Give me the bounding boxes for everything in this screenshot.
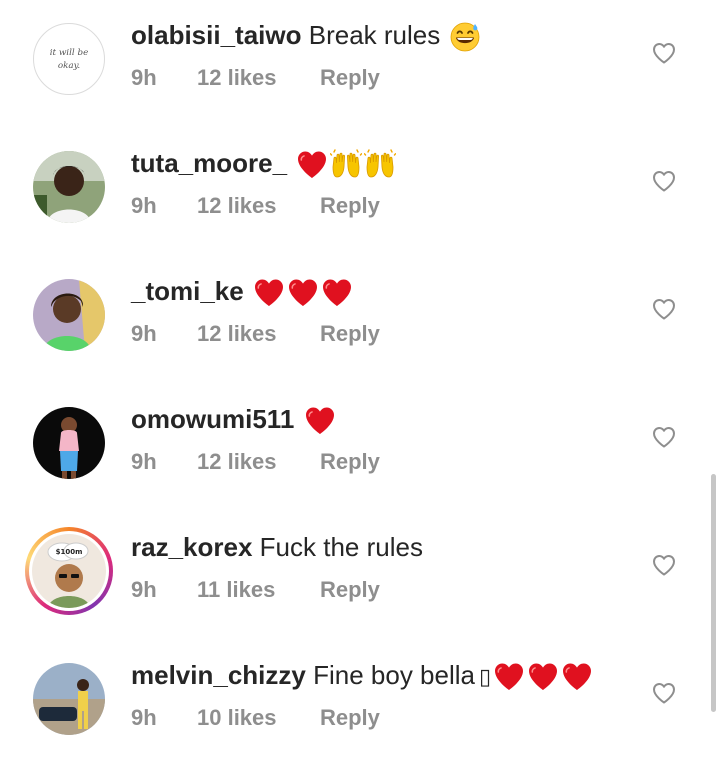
reply-button[interactable]: Reply [320,318,380,350]
comment-meta: 9h 12 likes Reply [131,318,380,350]
comment-time: 9h [131,193,157,218]
red-heart-emoji [561,661,593,693]
comment-item: it will be okay. olabisii_taiwo Break ru… [0,0,720,128]
comment-time: 9h [131,705,157,730]
comment-username[interactable]: raz_korex [131,532,252,562]
comment-likes[interactable]: 12 likes [197,446,320,478]
comment-meta: 9h 12 likes Reply [131,62,380,94]
comment-meta: 9h 10 likes Reply [131,702,380,734]
heart-icon[interactable] [652,298,676,320]
avatar-caption: $100m [56,548,83,556]
reply-button[interactable]: Reply [320,62,380,94]
comment-item: omowumi511 9h 12 likes Reply [0,384,720,512]
avatar[interactable] [33,151,105,223]
comment-username[interactable]: melvin_chizzy [131,660,306,690]
heart-icon[interactable] [652,554,676,576]
avatar-image: $100m [32,534,106,608]
comment-likes[interactable]: 10 likes [197,702,320,734]
comment-body: Break rules [308,20,441,50]
comments-list: it will be okay. olabisii_taiwo Break ru… [0,0,720,744]
comment-username[interactable]: tuta_moore_ [131,148,287,178]
comment-likes[interactable]: 12 likes [197,190,320,222]
comment-body: Fuck the rules [259,532,423,562]
red-heart-emoji [287,277,319,309]
comment-likes[interactable]: 12 likes [197,62,320,94]
comment-text-line: olabisii_taiwo Break rules [131,16,481,54]
comment-text-line: omowumi511 [131,400,336,438]
comment-meta: 9h 12 likes Reply [131,446,380,478]
comment-username[interactable]: olabisii_taiwo [131,20,302,50]
avatar-caption-line2: okay. [58,61,81,71]
reply-button[interactable]: Reply [320,574,380,606]
comment-time: 9h [131,449,157,474]
reply-button[interactable]: Reply [320,190,380,222]
avatar[interactable] [33,279,105,351]
red-heart-emoji [304,405,336,437]
red-heart-emoji [253,277,285,309]
avatar[interactable]: it will be okay. [33,23,105,95]
comment-item: _tomi_ke 9h 12 likes Reply [0,256,720,384]
heart-icon[interactable] [652,170,676,192]
avatar: $100m [29,531,109,611]
red-heart-emoji [527,661,559,693]
heart-icon[interactable] [652,682,676,704]
comment-text-line: tuta_moore_ [131,144,396,182]
avatar[interactable] [33,663,105,735]
comment-text-line: _tomi_ke [131,272,353,310]
avatar[interactable] [33,407,105,479]
comment-time: 9h [131,577,157,602]
reply-button[interactable]: Reply [320,446,380,478]
comment-item: tuta_moore_ 9h 12 likes Reply [0,128,720,256]
comment-likes[interactable]: 11 likes [197,574,320,606]
avatar-story-ring[interactable]: $100m [25,527,113,615]
comment-meta: 9h 12 likes Reply [131,190,380,222]
avatar-caption-line1: it will be [50,48,89,58]
red-heart-emoji [321,277,353,309]
comment-time: 9h [131,321,157,346]
comment-text-line: raz_korex Fuck the rules [131,528,423,566]
comment-likes[interactable]: 12 likes [197,318,320,350]
comment-body: Fine boy bella [313,660,475,690]
comment-item: melvin_chizzy Fine boy bella ▯ 9h 10 likes… [0,640,720,768]
scrollbar-thumb[interactable] [711,474,716,712]
red-heart-emoji [493,661,525,693]
heart-icon[interactable] [652,42,676,64]
raised-hands-emoji [330,149,362,181]
comment-text-line: melvin_chizzy Fine boy bella ▯ [131,656,593,694]
comment-meta: 9h 11 likes Reply [131,574,380,606]
missing-glyph-icon: ▯ [478,664,492,690]
comment-username[interactable]: _tomi_ke [131,276,244,306]
reply-button[interactable]: Reply [320,702,380,734]
comment-username[interactable]: omowumi511 [131,404,294,434]
heart-icon[interactable] [652,426,676,448]
red-heart-emoji [296,149,328,181]
raised-hands-emoji [364,149,396,181]
comment-time: 9h [131,65,157,90]
comment-item: $100m raz_korex Fuck the rules 9h 11 like… [0,512,720,640]
grinning-sweat-emoji [449,21,481,53]
